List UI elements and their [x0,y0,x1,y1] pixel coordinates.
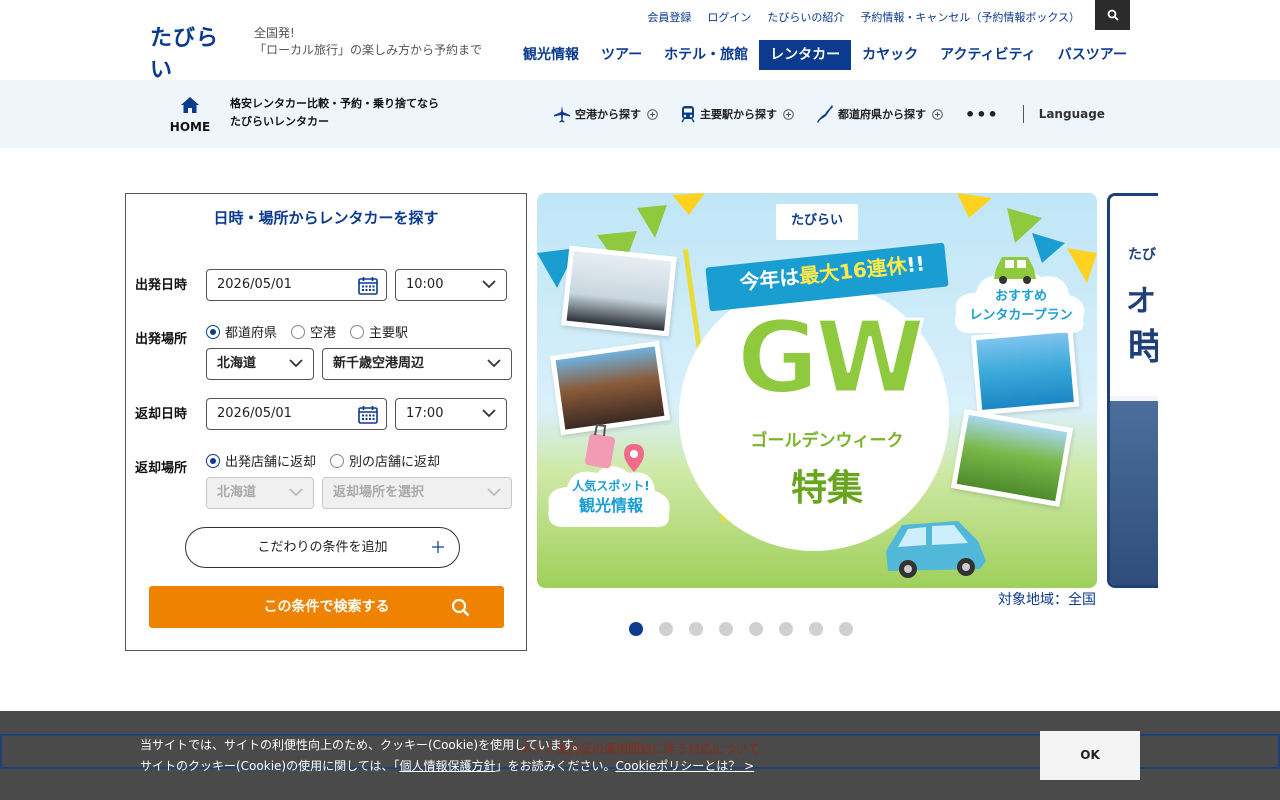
plus-icon [432,541,444,553]
airplane-icon [554,106,570,123]
site-logo[interactable]: たびらい [150,20,240,97]
sub-header: HOME 格安レンタカー比較・予約・乗り捨てなら たびらいレンタカー 空港から探… [0,80,1280,148]
return-area-select[interactable]: 返却場所を選択 [322,477,512,509]
link-reservation[interactable]: 予約情報・キャンセル（予約情報ボックス） [860,9,1080,25]
home-icon [181,97,199,113]
carousel-dot[interactable] [689,622,703,636]
depart-area-select[interactable]: 新千歳空港周辺 [322,348,512,380]
return-place-label: 返却場所 [135,461,188,476]
carousel-dot[interactable] [749,622,763,636]
map-pin-icon [624,444,644,472]
tagline: 全国発! 「ローカル旅行」の楽しみ方から予約まで [254,26,483,57]
sub-nav: 空港から探す 主要駅から探す 都道府県から探す ••• Language [553,104,1105,124]
carousel-dot[interactable] [839,622,853,636]
depart-place-label: 出発場所 [135,332,188,347]
radio-other-store[interactable]: 別の店舗に返却 [330,451,440,470]
japan-map-icon [817,105,833,123]
depart-date-label: 出発日時 [135,278,188,293]
rentacar-search-panel: 日時・場所からレンタカーを探す 出発日時 2026/05/01 10:00 出発… [125,193,527,651]
nav-kayak[interactable]: カヤック [851,40,929,70]
search-by-airport[interactable]: 空港から探す [553,105,662,123]
main-nav: 観光情報 ツアー ホテル・旅館 レンタカー カヤック アクティビティ バスツアー [512,40,1138,70]
depart-time-select[interactable]: 10:00 [395,269,507,301]
search-icon [451,598,470,617]
nav-sightseeing[interactable]: 観光情報 [512,40,590,70]
link-about[interactable]: たびらいの紹介 [767,9,844,25]
car-small-icon [994,257,1036,284]
radio-same-store[interactable]: 出発店舗に返却 [206,451,316,470]
depart-place-type: 都道府県 空港 主要駅 [206,322,408,341]
plus-circle-icon [647,108,658,120]
car-icon [886,521,986,578]
more-menu-button[interactable]: ••• [965,105,999,124]
carousel-dot[interactable] [779,622,793,636]
chevron-down-icon [289,488,303,497]
carousel-dot[interactable] [659,622,673,636]
header-search-button[interactable] [1095,0,1130,30]
search-icon [1107,9,1119,21]
search-by-station[interactable]: 主要駅から探す [680,105,798,123]
target-region: 対象地域：全国 [998,592,1096,608]
gw-title: GW [735,299,926,416]
return-prefecture-select[interactable]: 北海道 [206,477,314,509]
privacy-policy-link[interactable]: 個人情報保護方針 [400,759,496,773]
return-time-select[interactable]: 17:00 [395,398,507,430]
nav-tour[interactable]: ツアー [590,40,653,70]
nav-bustour[interactable]: バスツアー [1047,40,1138,70]
depart-prefecture-select[interactable]: 北海道 [206,348,314,380]
divider [1022,105,1024,123]
language-selector[interactable]: Language [1039,107,1105,121]
plus-circle-icon [783,108,794,120]
gw-banner[interactable]: たびらい 今年は最大16連休!! GW ゴールデンウィーク 特集 おすすめ レン… [537,193,1097,588]
hills-photo [950,409,1074,507]
cookie-policy-link[interactable]: Cookieポリシーとは？ > [616,759,755,773]
chevron-down-icon [487,488,501,497]
return-date-input[interactable]: 2026/05/01 [206,398,387,430]
panel-title: 日時・場所からレンタカーを探す [213,209,439,227]
site-header: たびらい 全国発! 「ローカル旅行」の楽しみ方から予約まで 会員登録 ログイン … [0,0,1280,97]
search-by-prefecture[interactable]: 都道府県から探す [816,104,947,124]
chevron-down-icon [482,280,496,289]
link-login[interactable]: ログイン [707,9,751,25]
depart-date-input[interactable]: 2026/05/01 [206,269,387,301]
golden-week-text: ゴールデンウィーク [750,431,904,451]
cookie-message: 当サイトでは、サイトの利便性向上のため、クッキー(Cookie)を使用しています… [140,738,755,773]
service-title: 格安レンタカー比較・予約・乗り捨てなら たびらいレンタカー [230,97,439,128]
return-date-label: 返却日時 [135,407,188,422]
penguin-photo [561,245,677,337]
calendar-icon [358,406,378,424]
chevron-down-icon [487,359,501,368]
carousel-dot[interactable] [719,622,733,636]
carousel-dot[interactable] [809,622,823,636]
radio-airport[interactable]: 空港 [291,322,336,341]
train-icon [681,106,695,123]
carousel-pagination [629,622,853,636]
search-submit-button[interactable]: この条件で検索する [149,586,504,628]
home-label: HOME [169,120,211,134]
nav-rentacar[interactable]: レンタカー [759,40,852,70]
nav-hotel[interactable]: ホテル・旅館 [653,40,759,70]
top-links: 会員登録 ログイン たびらいの紹介 予約情報・キャンセル（予約情報ボックス） [647,9,1080,25]
link-register[interactable]: 会員登録 [647,9,691,25]
carousel-dot[interactable] [629,622,643,636]
nav-activity[interactable]: アクティビティ [929,40,1047,70]
cookie-consent-bar: ネット免許証の運用開始に伴う対応について 当サイトでは、サイトの利便性向上のため… [0,711,1280,800]
next-banner[interactable]: たび オ 時 [1107,193,1158,588]
add-condition-button[interactable]: こだわりの条件を追加 [185,527,460,568]
plus-circle-icon [932,108,943,120]
home-link[interactable]: HOME [168,96,212,134]
spot-label: 人気スポット! 観光情報 [572,479,650,515]
cookie-ok-button[interactable]: OK [1040,731,1140,780]
recommend-label: おすすめ レンタカープラン [969,289,1073,323]
calendar-icon [358,277,378,295]
radio-station[interactable]: 主要駅 [350,322,408,341]
suitcase-icon [585,423,615,469]
return-place-type: 出発店舗に返却 別の店舗に返却 [206,451,440,470]
chevron-down-icon [289,359,303,368]
special-feature-text: 特集 [790,468,863,509]
banner-brand: たびらい [776,204,858,240]
radio-prefecture[interactable]: 都道府県 [206,322,277,341]
chevron-down-icon [482,409,496,418]
logo-text: たびらい [150,26,220,83]
